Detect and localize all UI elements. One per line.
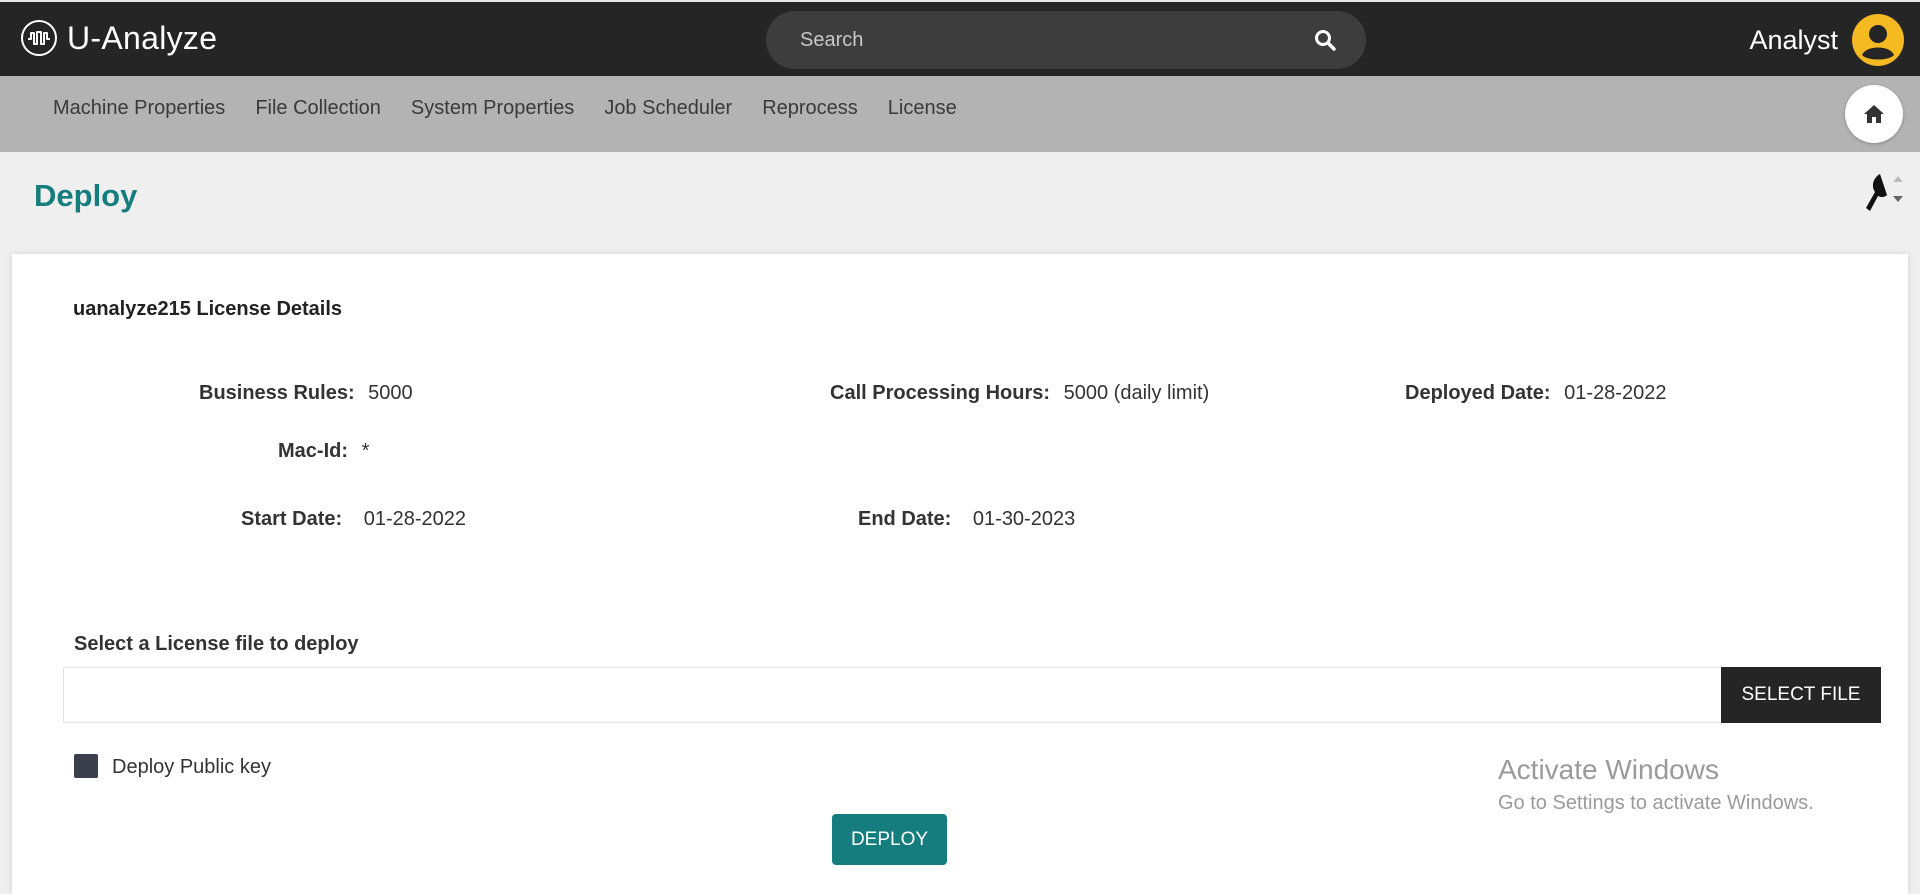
start-date-label: Start Date: <box>241 508 343 530</box>
side-tool-icon[interactable] <box>1860 172 1908 216</box>
app-logo[interactable]: U-Analyze <box>20 18 217 58</box>
deployed-date-field: Deployed Date: 01-28-2022 <box>1405 382 1666 405</box>
nav-item-license[interactable]: License <box>888 97 957 120</box>
nav-item-job-scheduler[interactable]: Job Scheduler <box>604 97 732 120</box>
end-date-value: 01-30-2023 <box>972 508 1076 530</box>
file-path-input[interactable] <box>63 667 1723 723</box>
file-select-label: Select a License file to deploy <box>74 633 359 655</box>
mac-id-field: Mac-Id: * <box>278 440 369 463</box>
user-name: Analyst <box>1749 24 1838 55</box>
search-icon[interactable] <box>1314 29 1336 51</box>
call-hours-value: 5000 (daily limit) <box>1063 382 1210 404</box>
watermark-subtitle: Go to Settings to activate Windows. <box>1498 792 1814 814</box>
license-details-title: uanalyze215 License Details <box>73 298 343 320</box>
page-title: Deploy <box>34 178 138 213</box>
call-hours-field: Call Processing Hours: 5000 (daily limit… <box>830 382 1209 405</box>
call-hours-label: Call Processing Hours: <box>830 382 1051 404</box>
watermark-title: Activate Windows <box>1498 754 1719 785</box>
user-menu[interactable]: Analyst <box>1749 14 1904 66</box>
nav-menu: Machine Properties File Collection Syste… <box>53 76 987 140</box>
nav-item-reprocess[interactable]: Reprocess <box>762 97 858 120</box>
start-date-value: 01-28-2022 <box>363 508 467 530</box>
deploy-button[interactable]: DEPLOY <box>832 814 947 865</box>
activate-windows-watermark: Activate Windows Go to Settings to activ… <box>1498 754 1814 815</box>
search-bar <box>766 11 1366 69</box>
end-date-label: End Date: <box>858 508 952 530</box>
search-input[interactable] <box>798 27 1314 53</box>
nav-item-system-properties[interactable]: System Properties <box>411 97 574 120</box>
app-name: U-Analyze <box>67 19 218 56</box>
nav-bar: Machine Properties File Collection Syste… <box>0 76 1920 152</box>
top-bar: U-Analyze Analyst <box>0 0 1920 76</box>
select-file-button[interactable]: SELECT FILE <box>1721 667 1881 723</box>
mac-id-label: Mac-Id: <box>278 440 348 462</box>
deployed-date-value: 01-28-2022 <box>1564 382 1667 404</box>
deployed-date-label: Deployed Date: <box>1405 382 1551 404</box>
logo-icon <box>21 20 57 56</box>
home-button[interactable] <box>1845 85 1903 143</box>
end-date-field: End Date: 01-30-2023 <box>858 508 1075 531</box>
home-icon <box>1864 105 1884 123</box>
business-rules-field: Business Rules: 5000 <box>199 382 413 405</box>
business-rules-label: Business Rules: <box>199 382 355 404</box>
business-rules-value: 5000 <box>368 382 413 404</box>
user-avatar-icon[interactable] <box>1852 14 1904 66</box>
deploy-public-key-label: Deploy Public key <box>112 756 271 778</box>
start-date-field: Start Date: 01-28-2022 <box>241 508 466 531</box>
mac-id-value: * <box>361 440 370 462</box>
deploy-public-key-checkbox[interactable] <box>74 754 98 778</box>
nav-item-machine-properties[interactable]: Machine Properties <box>53 97 225 120</box>
nav-item-file-collection[interactable]: File Collection <box>255 97 381 120</box>
